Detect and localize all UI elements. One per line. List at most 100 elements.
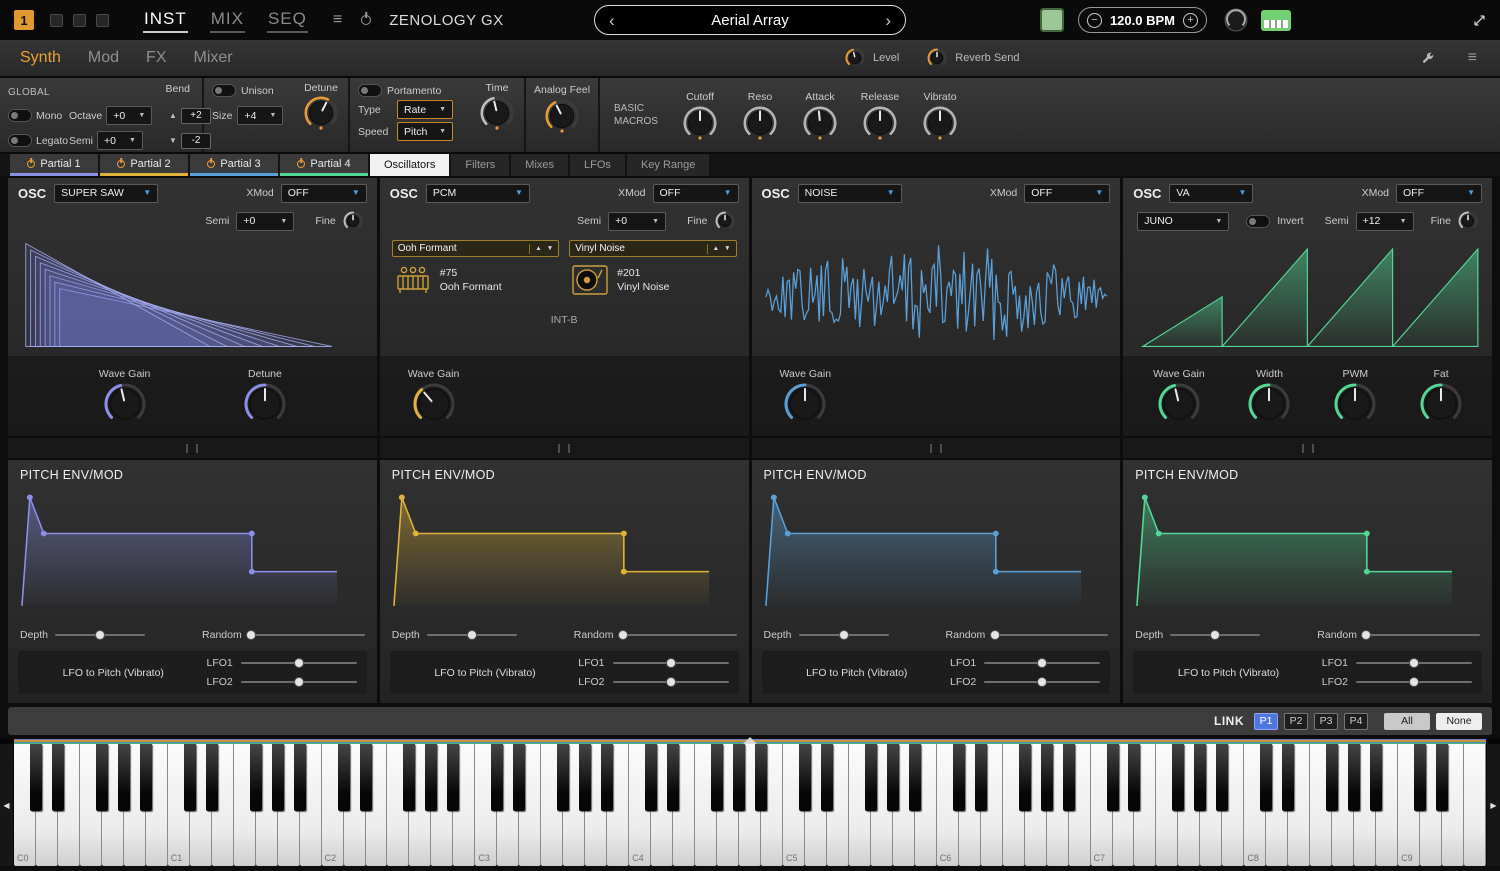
- black-key[interactable]: [491, 744, 504, 811]
- pcm-slot-b-selector[interactable]: Vinyl Noise ▲ ▼: [569, 240, 737, 257]
- metronome-knob-icon[interactable]: [1223, 7, 1249, 33]
- black-key[interactable]: [1216, 744, 1229, 811]
- piano-icon[interactable]: [1261, 9, 1291, 31]
- resize-icon[interactable]: [1473, 14, 1486, 27]
- black-key[interactable]: [711, 744, 724, 811]
- analog-feel-knob[interactable]: [545, 99, 579, 133]
- octave-stepper[interactable]: +0 ▼: [106, 106, 153, 125]
- lfo1-slider[interactable]: [984, 657, 1101, 669]
- osc4-width-knob[interactable]: [1248, 383, 1290, 425]
- osc1-fine-knob[interactable]: [343, 211, 363, 231]
- black-key[interactable]: [1282, 744, 1295, 811]
- legato-toggle[interactable]: [8, 134, 32, 147]
- tab-seq[interactable]: SEQ: [266, 8, 308, 33]
- osc2-xmod-dropdown[interactable]: OFF ▼: [652, 183, 739, 203]
- black-key[interactable]: [974, 744, 987, 811]
- tab-fx[interactable]: FX: [146, 49, 166, 67]
- portamento-type-dropdown[interactable]: Rate ▼: [397, 100, 453, 119]
- depth-slider[interactable]: [798, 629, 889, 641]
- black-key[interactable]: [798, 744, 811, 811]
- osc2-semi-stepper[interactable]: +0 ▼: [608, 211, 667, 231]
- osc3-type-dropdown[interactable]: NOISE ▼: [797, 183, 902, 203]
- random-slider[interactable]: [246, 629, 365, 641]
- white-key[interactable]: [1464, 744, 1486, 866]
- tab-synth[interactable]: Synth: [20, 49, 61, 67]
- black-key[interactable]: [1194, 744, 1207, 811]
- black-key[interactable]: [1370, 744, 1383, 811]
- tab-lfos[interactable]: LFOs: [570, 154, 625, 176]
- lfo1-slider[interactable]: [612, 657, 729, 669]
- osc2-type-dropdown[interactable]: PCM ▼: [425, 183, 530, 203]
- wrench-icon[interactable]: [1421, 51, 1435, 65]
- black-key[interactable]: [293, 744, 306, 811]
- link-p2-button[interactable]: P2: [1284, 712, 1308, 730]
- power-icon[interactable]: [27, 159, 36, 168]
- link-none-button[interactable]: None: [1436, 712, 1482, 730]
- black-key[interactable]: [733, 744, 745, 811]
- black-key[interactable]: [1414, 744, 1427, 811]
- portamento-time-knob[interactable]: [480, 96, 514, 130]
- black-key[interactable]: [1436, 744, 1449, 811]
- random-slider[interactable]: [617, 629, 737, 641]
- osc1-xmod-dropdown[interactable]: OFF ▼: [280, 183, 367, 203]
- black-key[interactable]: [667, 744, 680, 811]
- unison-size-stepper[interactable]: +4 ▼: [237, 106, 284, 125]
- menu-icon[interactable]: ≡: [333, 11, 342, 29]
- lfo1-slider[interactable]: [240, 657, 357, 669]
- power-icon[interactable]: [361, 15, 372, 25]
- osc2-fine-knob[interactable]: [715, 211, 735, 231]
- power-icon[interactable]: [297, 159, 306, 168]
- link-p4-button[interactable]: P4: [1344, 712, 1368, 730]
- bpm-increase-button[interactable]: +: [1183, 12, 1198, 28]
- scene-icon[interactable]: [1039, 8, 1064, 32]
- black-key[interactable]: [952, 744, 965, 811]
- osc4-type-dropdown[interactable]: VA ▼: [1169, 183, 1254, 203]
- va-model-dropdown[interactable]: JUNO ▼: [1137, 211, 1230, 231]
- osc1-type-dropdown[interactable]: SUPER SAW ▼: [54, 183, 159, 203]
- black-key[interactable]: [886, 744, 899, 811]
- black-key[interactable]: [403, 744, 416, 811]
- split-handle[interactable]: [743, 737, 757, 744]
- black-key[interactable]: [271, 744, 284, 811]
- portamento-toggle[interactable]: [358, 84, 382, 97]
- tab-mixes[interactable]: Mixes: [511, 154, 569, 176]
- pitch-env-graph[interactable]: [8, 484, 377, 625]
- patch-selector[interactable]: ‹ Aerial Array ›: [594, 5, 906, 35]
- black-key[interactable]: [117, 744, 130, 811]
- link-p3-button[interactable]: P3: [1314, 712, 1338, 730]
- osc4-pwm-knob[interactable]: [1334, 383, 1376, 425]
- tab-inst[interactable]: INST: [143, 8, 188, 33]
- black-key[interactable]: [183, 744, 196, 811]
- osc4-xmod-dropdown[interactable]: OFF ▼: [1396, 183, 1482, 203]
- black-key[interactable]: [205, 744, 218, 811]
- portamento-speed-dropdown[interactable]: Pitch ▼: [397, 122, 453, 141]
- black-key[interactable]: [1062, 744, 1075, 811]
- black-key[interactable]: [754, 744, 767, 811]
- lfo2-slider[interactable]: [984, 676, 1101, 688]
- tab-partial-4[interactable]: Partial 4: [280, 154, 368, 176]
- black-key[interactable]: [359, 744, 372, 811]
- unison-detune-knob[interactable]: [304, 96, 338, 130]
- black-key[interactable]: [1348, 744, 1361, 811]
- level-knob[interactable]: [845, 48, 865, 68]
- black-key[interactable]: [139, 744, 152, 811]
- pitch-env-graph[interactable]: [752, 484, 1121, 625]
- random-slider[interactable]: [1361, 629, 1480, 641]
- slot-up-icon[interactable]: ▲: [535, 245, 541, 252]
- bpm-value[interactable]: 120.0 BPM: [1110, 13, 1175, 28]
- tab-partial-3[interactable]: Partial 3: [190, 154, 278, 176]
- tab-partial-2[interactable]: Partial 2: [100, 154, 188, 176]
- black-key[interactable]: [908, 744, 921, 811]
- settings-menu-icon[interactable]: ≡: [1468, 49, 1477, 67]
- keyboard-scroll-left[interactable]: ◀: [0, 744, 13, 866]
- black-key[interactable]: [864, 744, 877, 811]
- tab-mix[interactable]: MIX: [209, 8, 245, 33]
- lfo2-slider[interactable]: [612, 676, 729, 688]
- osc1-detune-knob[interactable]: [244, 383, 286, 425]
- random-slider[interactable]: [989, 629, 1109, 641]
- black-key[interactable]: [95, 744, 108, 811]
- tab-filters[interactable]: Filters: [451, 154, 510, 176]
- black-key[interactable]: [337, 744, 350, 811]
- osc4-semi-stepper[interactable]: +12 ▼: [1355, 211, 1414, 231]
- release-knob[interactable]: [863, 106, 897, 140]
